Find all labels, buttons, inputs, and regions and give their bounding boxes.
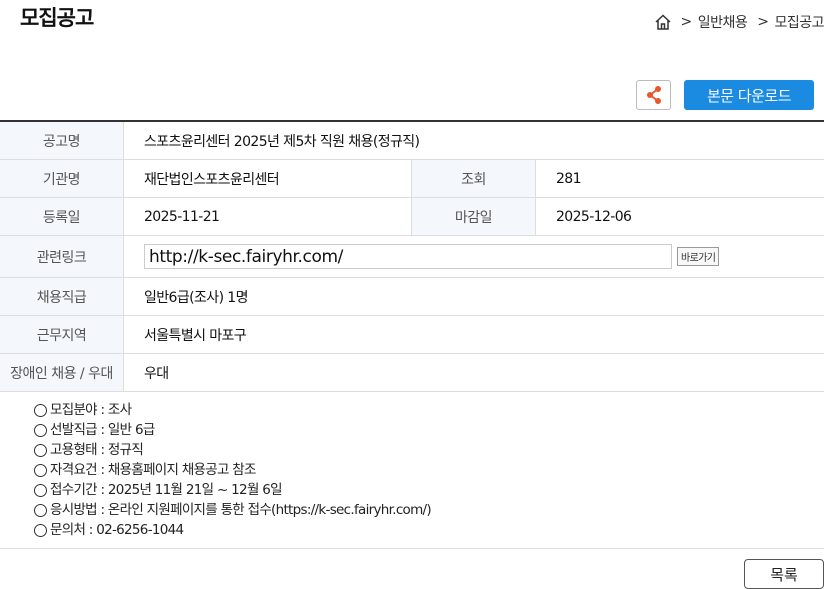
table-row: 기관명 재단법인스포츠윤리센터 조회 281: [0, 160, 824, 198]
page-title: 모집공고: [20, 6, 94, 30]
registered-date-label: 등록일: [0, 198, 124, 235]
detail-text: 접수기간 : 2025년 11월 21일 ~ 12월 6일: [50, 482, 283, 498]
deadline-value: 2025-12-06: [556, 208, 632, 225]
posting-title-value: 스포츠윤리센터 2025년 제5차 직원 채용(정규직): [144, 133, 420, 150]
list-item: 모집분야 : 조사: [34, 400, 431, 420]
breadcrumb-item-job-posting[interactable]: 모집공고: [774, 12, 824, 32]
circle-bullet-icon: [34, 403, 47, 417]
table-row: 공고명 스포츠윤리센터 2025년 제5차 직원 채용(정규직): [0, 122, 824, 160]
organization-value: 재단법인스포츠윤리센터: [124, 160, 412, 197]
list-item: 자격요건 : 채용홈페이지 채용공고 참조: [34, 460, 431, 480]
breadcrumb-separator: >: [757, 14, 769, 30]
registered-date-value: 2025-11-21: [124, 198, 412, 235]
share-icon: [646, 86, 661, 104]
related-link-cell: http://k-sec.fairyhr.com/ 바로가기: [124, 236, 824, 277]
list-item: 고용형태 : 정규직: [34, 440, 431, 460]
job-grade-label: 채용직급: [0, 278, 124, 315]
detail-text: 자격요건 : 채용홈페이지 채용공고 참조: [50, 462, 256, 478]
home-icon[interactable]: [654, 13, 672, 31]
disabled-hiring-value: 우대: [144, 365, 169, 382]
table-row: 등록일 2025-11-21 마감일 2025-12-06: [0, 198, 824, 236]
breadcrumb: > 일반채용 > 모집공고: [654, 12, 824, 32]
detail-text: 모집분야 : 조사: [50, 402, 132, 418]
table-row: 채용직급 일반6급(조사) 1명: [0, 278, 824, 316]
related-link-field[interactable]: http://k-sec.fairyhr.com/: [144, 244, 672, 269]
circle-bullet-icon: [34, 523, 47, 537]
circle-bullet-icon: [34, 443, 47, 457]
divider: [0, 548, 824, 549]
detail-text: 고용형태 : 정규직: [50, 442, 144, 458]
breadcrumb-item-general-hiring[interactable]: 일반채용: [698, 12, 748, 32]
go-to-link-button[interactable]: 바로가기: [677, 247, 720, 266]
back-to-list-button[interactable]: 목록: [744, 559, 824, 589]
list-item: 문의처 : 02-6256-1044: [34, 520, 431, 540]
detail-text: 응시방법 : 온라인 지원페이지를 통한 접수(https://k-sec.fa…: [50, 502, 432, 518]
breadcrumb-separator: >: [680, 14, 692, 30]
circle-bullet-icon: [34, 463, 47, 477]
posting-title-label: 공고명: [0, 122, 124, 159]
related-link-label: 관련링크: [0, 236, 124, 277]
job-info-table: 공고명 스포츠윤리센터 2025년 제5차 직원 채용(정규직) 기관명 재단법…: [0, 120, 824, 392]
list-item: 응시방법 : 온라인 지원페이지를 통한 접수(https://k-sec.fa…: [34, 500, 432, 520]
detail-text: 선발직급 : 일반 6급: [50, 422, 155, 438]
work-region-label: 근무지역: [0, 316, 124, 353]
views-label: 조회: [412, 160, 536, 197]
circle-bullet-icon: [34, 423, 47, 437]
table-row: 관련링크 http://k-sec.fairyhr.com/ 바로가기: [0, 236, 824, 278]
job-grade-value: 일반6급(조사) 1명: [144, 289, 248, 306]
circle-bullet-icon: [34, 483, 47, 497]
organization-label: 기관명: [0, 160, 124, 197]
table-row: 장애인 채용 / 우대 우대: [0, 354, 824, 392]
share-button[interactable]: [636, 80, 671, 110]
deadline-label: 마감일: [412, 198, 536, 235]
views-value: 281: [556, 170, 582, 187]
circle-bullet-icon: [34, 503, 47, 517]
list-item: 접수기간 : 2025년 11월 21일 ~ 12월 6일: [34, 480, 431, 500]
table-row: 근무지역 서울특별시 마포구: [0, 316, 824, 354]
download-body-button[interactable]: 본문 다운로드: [684, 80, 814, 110]
posting-details-list: 모집분야 : 조사 선발직급 : 일반 6급 고용형태 : 정규직 자격요건 :…: [34, 400, 432, 540]
detail-text: 문의처 : 02-6256-1044: [50, 522, 184, 538]
disabled-hiring-label: 장애인 채용 / 우대: [0, 354, 124, 391]
work-region-value: 서울특별시 마포구: [144, 327, 247, 344]
list-item: 선발직급 : 일반 6급: [34, 420, 431, 440]
